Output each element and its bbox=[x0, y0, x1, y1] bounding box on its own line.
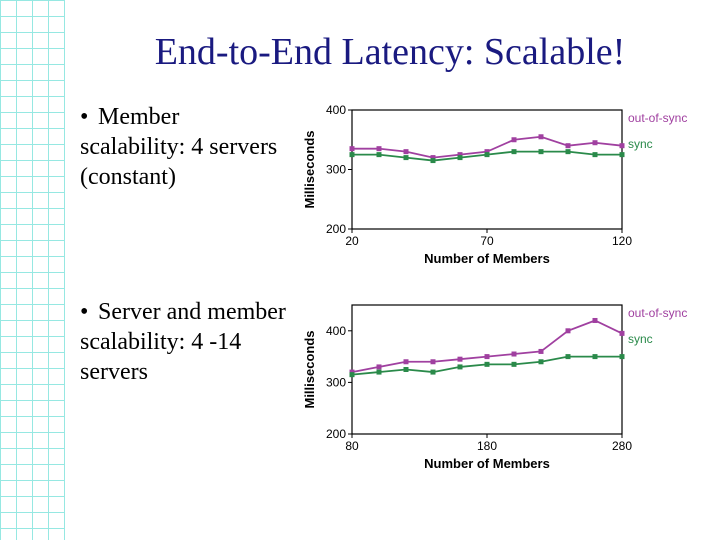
bullet-1-text: Member scalability: 4 servers (constant) bbox=[80, 104, 277, 190]
svg-text:200: 200 bbox=[326, 222, 346, 236]
row-1: •Member scalability: 4 servers (constant… bbox=[80, 102, 700, 267]
bullet-dot-icon: • bbox=[80, 297, 98, 327]
svg-text:300: 300 bbox=[326, 375, 346, 389]
chart-svg-2: 200 300 400 80 180 280 Number of Members Millis… bbox=[300, 297, 700, 472]
svg-text:80: 80 bbox=[345, 439, 359, 453]
page-title: End-to-End Latency: Scalable! bbox=[80, 30, 700, 74]
bullet-2-text: Server and member scalability: 4 -14 ser… bbox=[80, 299, 286, 385]
svg-text:out-of-sync: out-of-sync bbox=[628, 111, 687, 125]
svg-text:Number of Members: Number of Members bbox=[424, 251, 550, 266]
svg-text:sync: sync bbox=[628, 137, 653, 151]
svg-text:out-of-sync: out-of-sync bbox=[628, 306, 687, 320]
chart-2: 200 300 400 80 180 280 Number of Members Millis… bbox=[300, 297, 700, 472]
row-2: •Server and member scalability: 4 -14 se… bbox=[80, 297, 700, 472]
svg-text:280: 280 bbox=[612, 439, 632, 453]
svg-text:70: 70 bbox=[480, 234, 494, 248]
svg-text:Number of Members: Number of Members bbox=[424, 456, 550, 471]
slide: End-to-End Latency: Scalable! •Member sc… bbox=[0, 0, 720, 472]
svg-text:400: 400 bbox=[326, 103, 346, 117]
svg-text:120: 120 bbox=[612, 234, 632, 248]
bullet-2: •Server and member scalability: 4 -14 se… bbox=[80, 297, 300, 387]
chart-1: 200 300 400 20 70 120 Number of Members Millise… bbox=[300, 102, 700, 267]
svg-text:300: 300 bbox=[326, 163, 346, 177]
bullet-dot-icon: • bbox=[80, 102, 98, 132]
svg-text:180: 180 bbox=[477, 439, 497, 453]
bullet-1: •Member scalability: 4 servers (constant… bbox=[80, 102, 300, 192]
svg-text:200: 200 bbox=[326, 427, 346, 441]
svg-text:20: 20 bbox=[345, 234, 359, 248]
svg-text:sync: sync bbox=[628, 332, 653, 346]
svg-text:Milliseconds: Milliseconds bbox=[302, 330, 317, 408]
svg-text:Milliseconds: Milliseconds bbox=[302, 130, 317, 208]
chart-svg-1: 200 300 400 20 70 120 Number of Members Millise… bbox=[300, 102, 700, 267]
svg-text:400: 400 bbox=[326, 324, 346, 338]
